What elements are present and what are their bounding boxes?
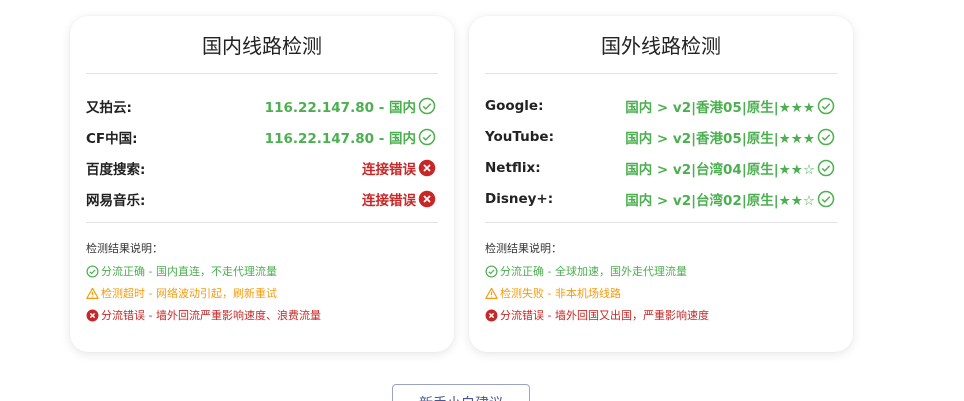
divider (86, 222, 438, 223)
domestic-results: 又拍云: 116.22.147.80 - 国内 CF中国: 116.22.147… (86, 90, 436, 214)
foreign-legend: 检测结果说明： 分流正确 - 全球加速，国外走代理流量 检测失败 - 非本机场线… (485, 238, 837, 326)
check-circle-icon (418, 128, 436, 146)
row-value-text: 连接错误 (362, 161, 416, 178)
row-label: 网易音乐: (86, 192, 146, 209)
legend-item-ok: 分流正确 - 国内直连，不走代理流量 (86, 260, 438, 282)
check-circle-icon (485, 264, 498, 278)
check-circle-icon (817, 97, 835, 115)
row-value-text: 116.22.147.80 - 国内 (264, 99, 416, 116)
check-circle-icon (817, 190, 835, 208)
row-value-text: 国内 > v2|香港05|原生|★★★ (625, 130, 815, 147)
beginner-advice-button[interactable]: 新手小白建议 (392, 384, 530, 401)
domestic-card-title: 国内线路检测 (202, 34, 322, 58)
row-value: 连接错误 (362, 158, 436, 178)
legend-text: 检测失败 - 非本机场线路 (500, 287, 621, 300)
legend-title: 检测结果说明： (485, 242, 562, 255)
warning-triangle-icon (86, 287, 99, 300)
row-label: 又拍云: (86, 99, 132, 116)
row-value-text: 国内 > v2|台湾04|原生|★★☆ (625, 161, 815, 178)
check-circle-icon (86, 264, 99, 278)
row-value: 国内 > v2|台湾04|原生|★★☆ (625, 158, 835, 178)
legend-text: 分流错误 - 墙外回流严重影响速度、浪费流量 (101, 309, 321, 322)
row-value-text: 国内 > v2|台湾02|原生|★★☆ (625, 192, 815, 209)
legend-item-error: 分流错误 - 墙外回国又出国，严重影响速度 (485, 304, 837, 326)
divider (86, 73, 438, 74)
legend-title: 检测结果说明： (86, 242, 163, 255)
row-value-text: 连接错误 (362, 192, 416, 209)
legend-item-ok: 分流正确 - 全球加速，国外走代理流量 (485, 260, 837, 282)
x-circle-icon (485, 309, 498, 322)
check-circle-icon (418, 97, 436, 115)
foreign-results: Google: 国内 > v2|香港05|原生|★★★ YouTube: 国内 … (485, 90, 835, 214)
result-row-google: Google: 国内 > v2|香港05|原生|★★★ (485, 90, 835, 121)
row-label: Netflix: (485, 159, 541, 176)
row-label: YouTube: (485, 128, 554, 145)
row-label: CF中国: (86, 130, 138, 147)
result-row-netease-music: 网易音乐: 连接错误 (86, 183, 436, 214)
domestic-check-card: 国内线路检测 又拍云: 116.22.147.80 - 国内 CF中国: 116… (70, 16, 454, 352)
result-row-youtube: YouTube: 国内 > v2|香港05|原生|★★★ (485, 121, 835, 152)
result-row-disney-plus: Disney+: 国内 > v2|台湾02|原生|★★☆ (485, 183, 835, 214)
row-value: 连接错误 (362, 189, 436, 209)
row-value-text: 116.22.147.80 - 国内 (264, 130, 416, 147)
row-label: Disney+: (485, 190, 554, 207)
legend-item-warn: 检测超时 - 网络波动引起，刷新重试 (86, 282, 438, 304)
row-value: 国内 > v2|香港05|原生|★★★ (625, 96, 835, 116)
row-label: Google: (485, 97, 544, 114)
row-value: 国内 > v2|香港05|原生|★★★ (625, 127, 835, 147)
legend-text: 分流正确 - 国内直连，不走代理流量 (101, 265, 277, 278)
divider (485, 222, 837, 223)
divider (485, 73, 837, 74)
warning-triangle-icon (485, 287, 498, 300)
result-row-cf-china: CF中国: 116.22.147.80 - 国内 (86, 121, 436, 152)
legend-text: 检测超时 - 网络波动引起，刷新重试 (101, 287, 277, 300)
result-row-netflix: Netflix: 国内 > v2|台湾04|原生|★★☆ (485, 152, 835, 183)
row-value: 国内 > v2|台湾02|原生|★★☆ (625, 189, 835, 209)
legend-item-warn: 检测失败 - 非本机场线路 (485, 282, 837, 304)
row-value: 116.22.147.80 - 国内 (265, 127, 436, 147)
legend-item-error: 分流错误 - 墙外回流严重影响速度、浪费流量 (86, 304, 438, 326)
legend-text: 分流错误 - 墙外回国又出国，严重影响速度 (500, 309, 709, 322)
check-circle-icon (817, 159, 835, 177)
x-circle-icon (86, 309, 99, 322)
x-circle-icon (418, 190, 436, 208)
row-value-text: 国内 > v2|香港05|原生|★★★ (625, 99, 815, 116)
x-circle-icon (418, 159, 436, 177)
legend-text: 分流正确 - 全球加速，国外走代理流量 (500, 265, 687, 278)
row-label: 百度搜索: (86, 161, 146, 178)
result-row-baidu: 百度搜索: 连接错误 (86, 152, 436, 183)
foreign-check-card: 国外线路检测 Google: 国内 > v2|香港05|原生|★★★ YouTu… (469, 16, 853, 352)
check-circle-icon (817, 128, 835, 146)
result-row-upyun: 又拍云: 116.22.147.80 - 国内 (86, 90, 436, 121)
foreign-card-title: 国外线路检测 (601, 34, 721, 58)
domestic-legend: 检测结果说明： 分流正确 - 国内直连，不走代理流量 检测超时 - 网络波动引起… (86, 238, 438, 326)
row-value: 116.22.147.80 - 国内 (265, 96, 436, 116)
